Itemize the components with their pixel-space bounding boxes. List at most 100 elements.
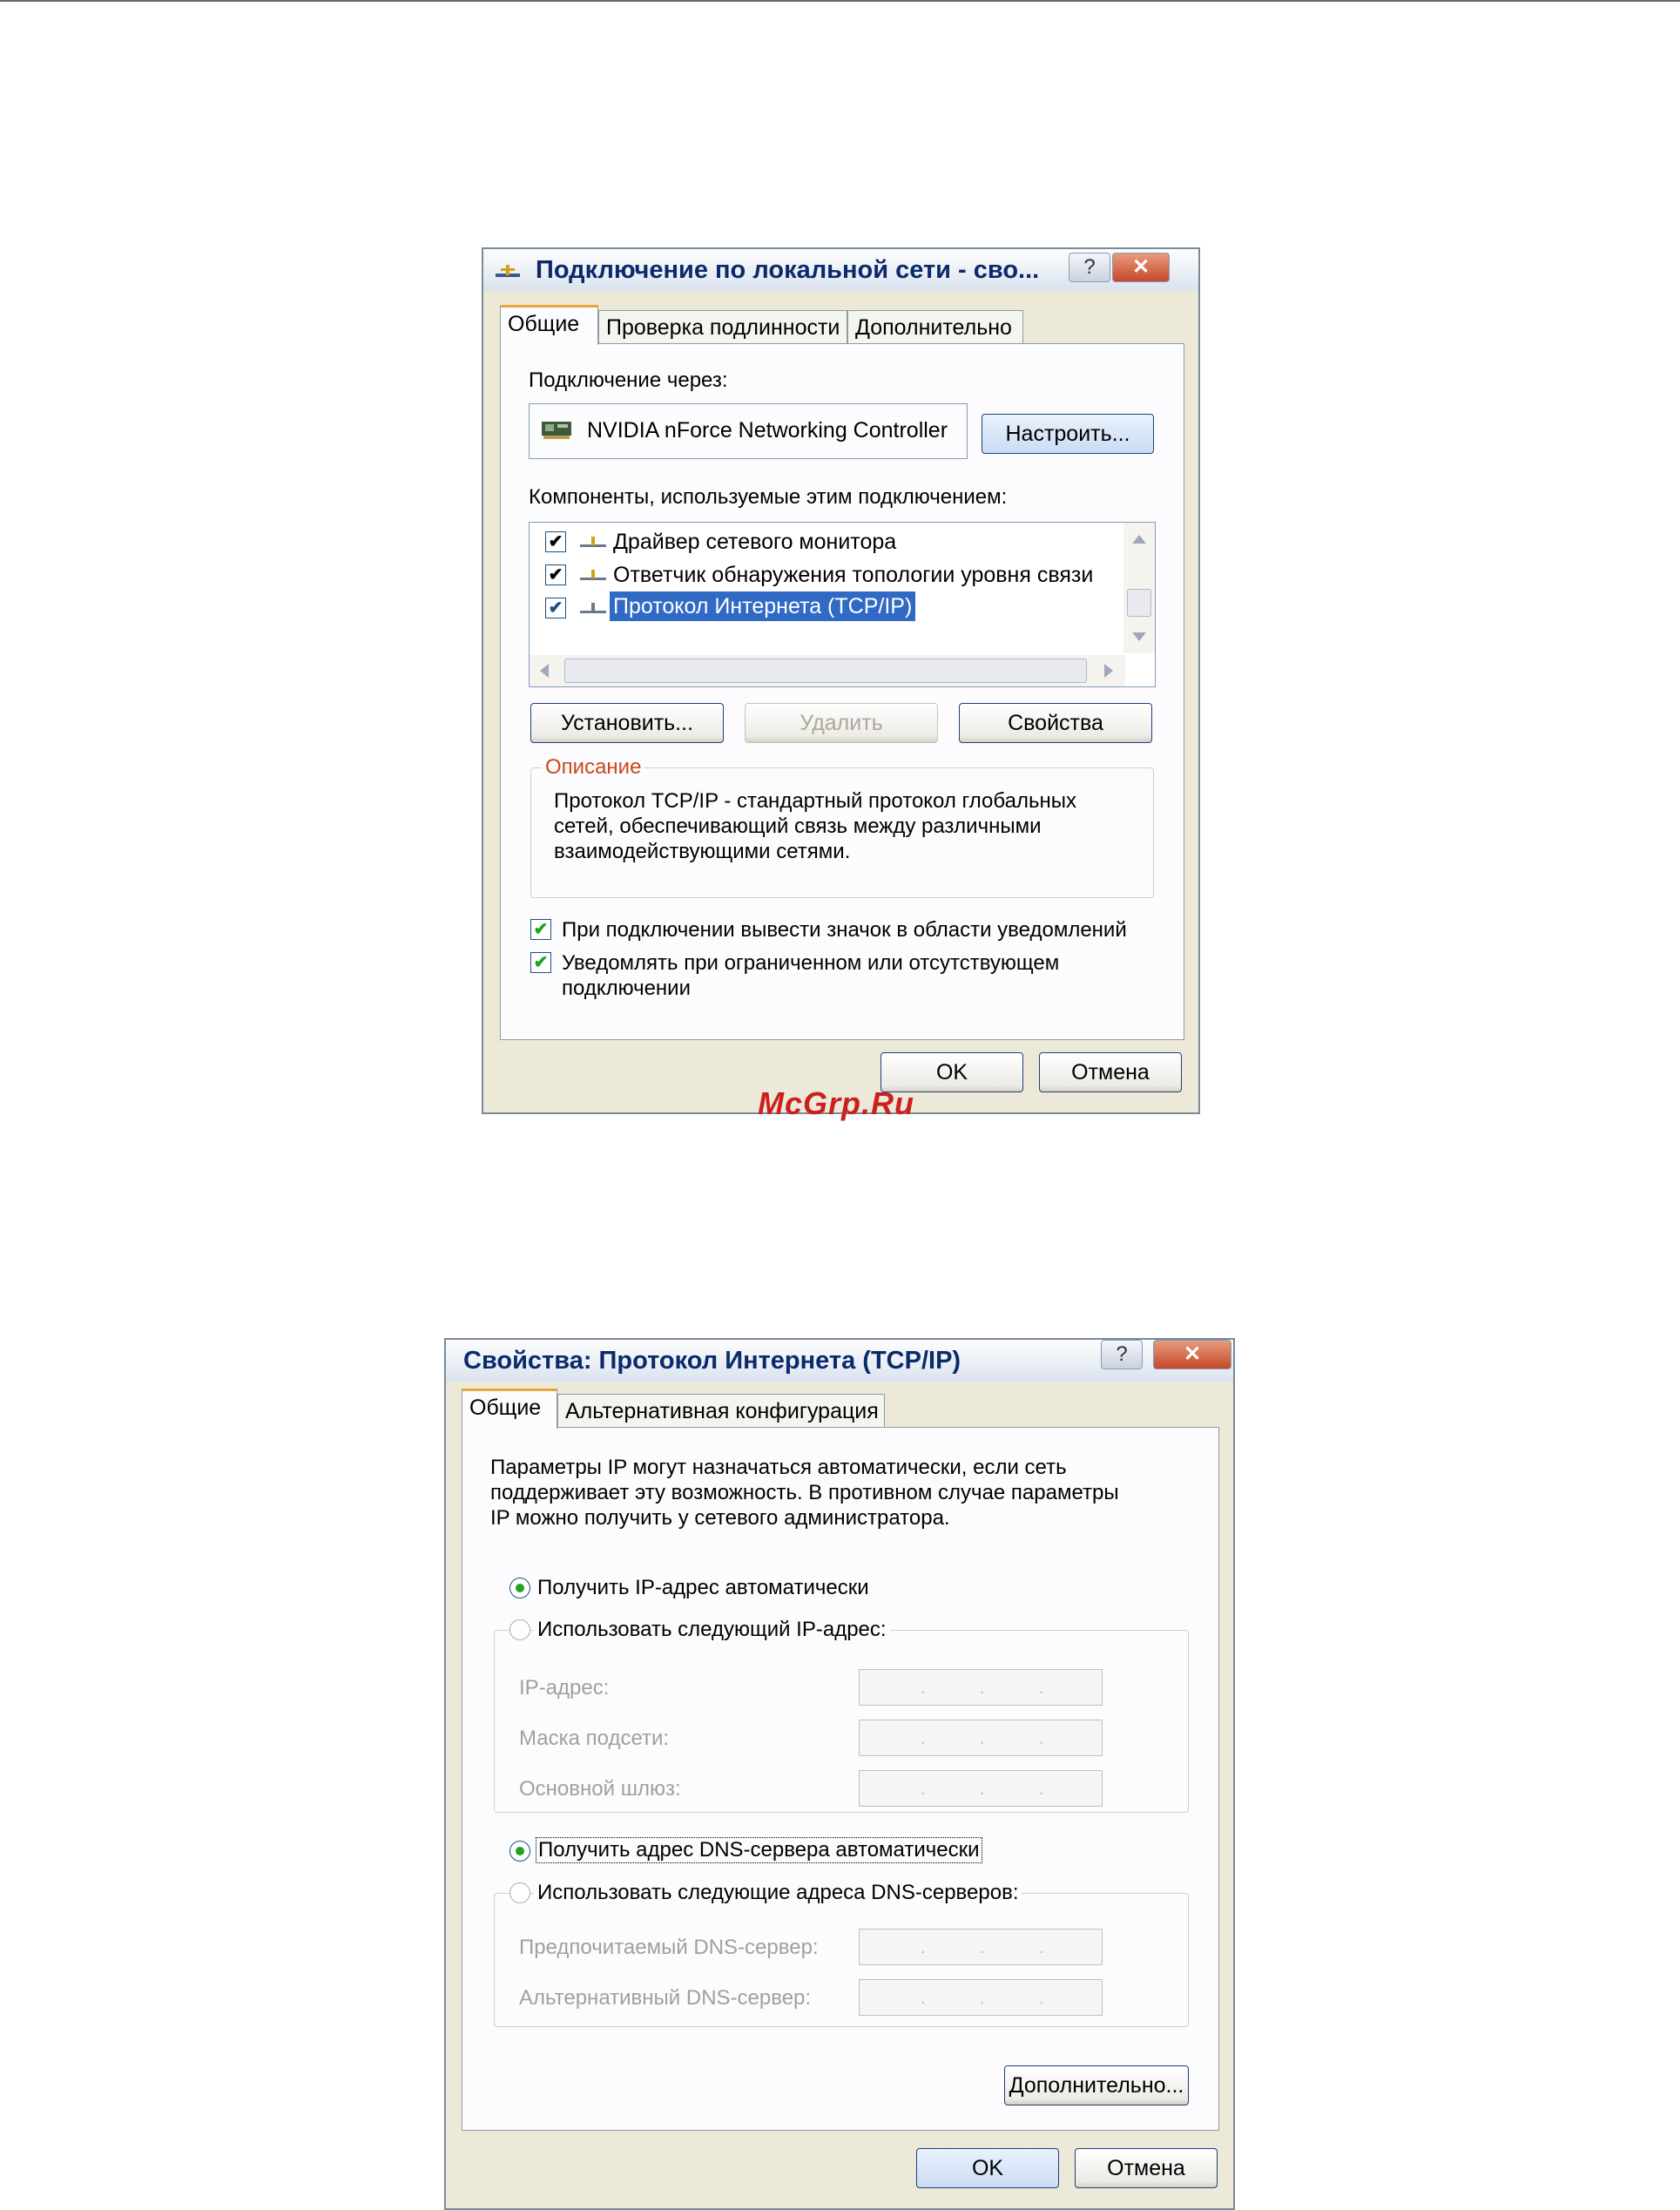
scroll-up-icon[interactable] bbox=[1132, 535, 1146, 544]
show-icon-checkbox[interactable]: ✔ bbox=[530, 919, 551, 940]
preferred-dns-field[interactable]: . . . bbox=[859, 1929, 1103, 1965]
scroll-thumb[interactable] bbox=[1127, 589, 1151, 617]
description-title: Описание bbox=[542, 755, 645, 780]
manual-ip-group: IP-адрес: . . . Маска подсети: . . . Осн… bbox=[494, 1630, 1189, 1813]
notify-label-line-2[interactable]: подключении bbox=[562, 977, 691, 1001]
manual-ip-radio[interactable] bbox=[509, 1619, 530, 1640]
ip-octet-separator: . bbox=[1039, 1679, 1044, 1698]
description-group: Описание Протокол TCP/IP - стандартный п… bbox=[530, 755, 1154, 898]
notify-checkbox[interactable]: ✔ bbox=[530, 952, 551, 973]
watermark: McGrp.Ru bbox=[758, 1085, 915, 1121]
manual-dns-group: Предпочитаемый DNS-сервер: . . . Альтерн… bbox=[494, 1893, 1189, 2027]
network-component-icon bbox=[580, 537, 606, 547]
cancel-button[interactable]: Отмена bbox=[1075, 2148, 1218, 2188]
help-button[interactable]: ? bbox=[1069, 253, 1110, 282]
vertical-scrollbar[interactable] bbox=[1123, 523, 1155, 653]
network-component-icon bbox=[580, 570, 606, 580]
preferred-dns-label: Предпочитаемый DNS-сервер: bbox=[519, 1936, 819, 1959]
close-button[interactable]: ✕ bbox=[1112, 253, 1170, 282]
ip-octet-separator: . bbox=[980, 1938, 985, 1957]
component-label: Драйвер сетевого монитора bbox=[613, 530, 897, 554]
description-line-3: взаимодействующими сетями. bbox=[554, 840, 851, 863]
intro-line-1: Параметры IP могут назначаться автоматич… bbox=[490, 1456, 1067, 1479]
tab-authentication[interactable]: Проверка подлинности bbox=[598, 310, 847, 343]
list-item[interactable]: ✔ Ответчик обнаружения топологии уровня … bbox=[530, 556, 1122, 591]
ip-octet-separator: . bbox=[921, 1780, 926, 1799]
cancel-button[interactable]: Отмена bbox=[1039, 1052, 1182, 1092]
adapter-name: NVIDIA nForce Networking Controller bbox=[587, 418, 948, 443]
install-button[interactable]: Установить... bbox=[530, 703, 724, 743]
alternate-dns-field[interactable]: . . . bbox=[859, 1979, 1103, 2016]
tab-general[interactable]: Общие bbox=[500, 305, 598, 345]
dialog-title: Подключение по локальной сети - сво... bbox=[536, 256, 1040, 284]
lan-connection-properties-dialog: Подключение по локальной сети - сво... ?… bbox=[482, 247, 1200, 1114]
scroll-right-icon[interactable] bbox=[1104, 664, 1113, 678]
auto-dns-label[interactable]: Получить адрес DNS-сервера автоматически bbox=[536, 1837, 982, 1863]
remove-button[interactable]: Удалить bbox=[745, 703, 938, 743]
configure-button[interactable]: Настроить... bbox=[982, 414, 1154, 454]
ip-octet-separator: . bbox=[1039, 1989, 1044, 2008]
component-checkbox[interactable]: ✔ bbox=[545, 531, 566, 552]
ok-button[interactable]: OK bbox=[916, 2148, 1059, 2188]
network-connection-icon bbox=[496, 265, 520, 277]
scroll-down-icon[interactable] bbox=[1132, 632, 1146, 641]
component-label: Ответчик обнаружения топологии уровня св… bbox=[613, 563, 1094, 587]
help-button[interactable]: ? bbox=[1101, 1340, 1143, 1369]
components-label: Компоненты, используемые этим подключени… bbox=[529, 485, 1008, 509]
auto-ip-label[interactable]: Получить IP-адрес автоматически bbox=[537, 1576, 869, 1600]
network-card-icon bbox=[542, 422, 571, 439]
horizontal-scrollbar[interactable] bbox=[530, 655, 1125, 686]
ip-octet-separator: . bbox=[1039, 1938, 1044, 1957]
title-bar[interactable]: Подключение по локальной сети - сво... ?… bbox=[483, 249, 1198, 291]
advanced-button[interactable]: Дополнительно... bbox=[1004, 2065, 1189, 2105]
dialog-title: Свойства: Протокол Интернета (TCP/IP) bbox=[463, 1347, 961, 1375]
alternate-dns-label: Альтернативный DNS-сервер: bbox=[519, 1986, 812, 2010]
manual-dns-radio[interactable] bbox=[509, 1882, 530, 1903]
ip-octet-separator: . bbox=[980, 1679, 985, 1698]
ip-octet-separator: . bbox=[1039, 1729, 1044, 1748]
gateway-label: Основной шлюз: bbox=[519, 1777, 681, 1801]
tcpip-properties-dialog: Свойства: Протокол Интернета (TCP/IP) ? … bbox=[444, 1338, 1235, 2210]
components-list[interactable]: ✔ Драйвер сетевого монитора ✔ Ответчик о… bbox=[529, 522, 1156, 687]
ip-address-label: IP-адрес: bbox=[519, 1676, 610, 1700]
page-top-rule bbox=[0, 0, 1680, 2]
scroll-left-icon[interactable] bbox=[540, 664, 549, 678]
ip-octet-separator: . bbox=[980, 1989, 985, 2008]
manual-dns-label[interactable]: Использовать следующие адреса DNS-сервер… bbox=[534, 1881, 1022, 1905]
description-line-1: Протокол TCP/IP - стандартный протокол г… bbox=[554, 789, 1076, 813]
ip-octet-separator: . bbox=[980, 1729, 985, 1748]
list-item[interactable]: ✔ Протокол Интернета (TCP/IP) bbox=[530, 589, 1122, 624]
tab-general[interactable]: Общие bbox=[462, 1389, 557, 1429]
ip-octet-separator: . bbox=[921, 1938, 926, 1957]
connect-via-label: Подключение через: bbox=[529, 368, 728, 392]
properties-button[interactable]: Свойства bbox=[959, 703, 1152, 743]
intro-line-2: поддерживает эту возможность. В противно… bbox=[490, 1481, 1119, 1504]
list-item[interactable]: ✔ Драйвер сетевого монитора bbox=[530, 523, 1122, 558]
tab-advanced[interactable]: Дополнительно bbox=[847, 310, 1023, 343]
tab-alternate-configuration[interactable]: Альтернативная конфигурация bbox=[557, 1394, 885, 1427]
gateway-field[interactable]: . . . bbox=[859, 1770, 1103, 1807]
component-label-selected: Протокол Интернета (TCP/IP) bbox=[610, 591, 916, 621]
notify-label-line-1[interactable]: Уведомлять при ограниченном или отсутств… bbox=[562, 951, 1059, 976]
auto-dns-radio[interactable] bbox=[509, 1841, 530, 1862]
title-bar[interactable]: Свойства: Протокол Интернета (TCP/IP) ? … bbox=[446, 1340, 1233, 1382]
general-tab-panel: Подключение через: NVIDIA nForce Network… bbox=[500, 343, 1184, 1040]
ip-octet-separator: . bbox=[1039, 1780, 1044, 1799]
ip-address-field[interactable]: . . . bbox=[859, 1669, 1103, 1706]
close-button[interactable]: ✕ bbox=[1153, 1340, 1231, 1369]
subnet-mask-label: Маска подсети: bbox=[519, 1727, 670, 1750]
manual-ip-label[interactable]: Использовать следующий IP-адрес: bbox=[534, 1618, 890, 1642]
scroll-thumb[interactable] bbox=[564, 659, 1087, 683]
auto-ip-radio[interactable] bbox=[509, 1578, 530, 1598]
component-checkbox[interactable]: ✔ bbox=[545, 564, 566, 585]
description-line-2: сетей, обеспечивающий связь между различ… bbox=[554, 814, 1042, 838]
ip-octet-separator: . bbox=[921, 1729, 926, 1748]
ip-octet-separator: . bbox=[921, 1989, 926, 2008]
adapter-box: NVIDIA nForce Networking Controller bbox=[529, 403, 968, 459]
general-tab-panel: Параметры IP могут назначаться автоматич… bbox=[462, 1427, 1219, 2131]
show-icon-label[interactable]: При подключении вывести значок в области… bbox=[562, 918, 1127, 943]
subnet-mask-field[interactable]: . . . bbox=[859, 1720, 1103, 1756]
ip-octet-separator: . bbox=[980, 1780, 985, 1799]
intro-line-3: IP можно получить у сетевого администрат… bbox=[490, 1506, 950, 1530]
component-checkbox[interactable]: ✔ bbox=[545, 598, 566, 618]
